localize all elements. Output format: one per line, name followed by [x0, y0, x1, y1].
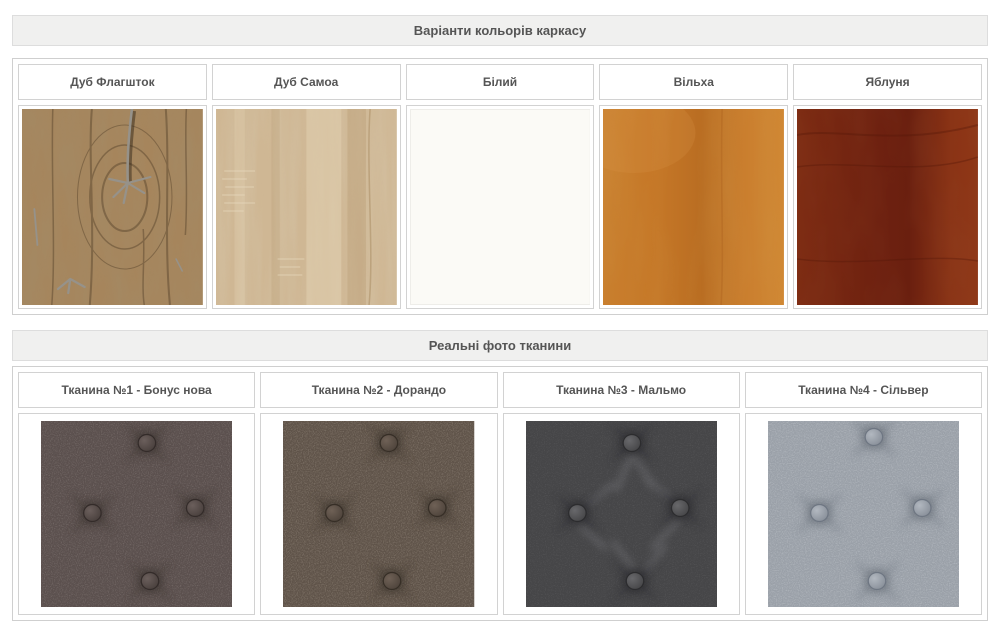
- oak-flagstaff-swatch-image: [22, 109, 203, 305]
- frame-swatch-cell-alder: [599, 105, 788, 309]
- fabric-images-row: [18, 413, 982, 615]
- white-swatch-image: [410, 109, 591, 305]
- fabric-silver-photo: [768, 421, 959, 607]
- fabric-bonus-nova-photo: [41, 421, 232, 607]
- frame-labels-row: Дуб Флагшток Дуб Самоа Білий Вільха Яблу…: [18, 64, 982, 100]
- frame-swatch-label-alder: Вільха: [599, 64, 788, 100]
- frame-swatch-cell-oak-samoa: [212, 105, 401, 309]
- frame-swatch-cell-white: [406, 105, 595, 309]
- apple-swatch-image: [797, 109, 978, 305]
- frame-swatch-cell-oak-flagstaff: [18, 105, 207, 309]
- fabric-swatch-label-dorando: Тканина №2 - Дорандо: [260, 372, 497, 408]
- frame-swatch-label-white: Білий: [406, 64, 595, 100]
- frame-swatch-label-oak-flagstaff: Дуб Флагшток: [18, 64, 207, 100]
- frame-swatch-cell-apple: [793, 105, 982, 309]
- alder-swatch-image: [603, 109, 784, 305]
- fabric-swatch-cell-bonus-nova: [18, 413, 255, 615]
- fabric-malmo-photo: [526, 421, 717, 607]
- fabric-swatch-cell-silver: [745, 413, 982, 615]
- fabric-photos-section-title: Реальні фото тканини: [12, 330, 988, 361]
- fabric-swatch-cell-dorando: [260, 413, 497, 615]
- frame-swatch-label-apple: Яблуня: [793, 64, 982, 100]
- fabric-photos-table: Тканина №1 - Бонус нова Тканина №2 - Дор…: [12, 366, 988, 621]
- oak-samoa-swatch-image: [216, 109, 397, 305]
- fabric-dorando-photo: [283, 421, 474, 607]
- fabric-swatch-label-bonus-nova: Тканина №1 - Бонус нова: [18, 372, 255, 408]
- frame-images-row: [18, 105, 982, 309]
- fabric-swatch-cell-malmo: [503, 413, 740, 615]
- fabric-labels-row: Тканина №1 - Бонус нова Тканина №2 - Дор…: [18, 372, 982, 408]
- frame-colors-section-title: Варіанти кольорів каркасу: [12, 15, 988, 46]
- fabric-swatch-label-silver: Тканина №4 - Сільвер: [745, 372, 982, 408]
- frame-swatch-label-oak-samoa: Дуб Самоа: [212, 64, 401, 100]
- fabric-swatch-label-malmo: Тканина №3 - Мальмо: [503, 372, 740, 408]
- product-colors-page: Варіанти кольорів каркасу Дуб Флагшток Д…: [0, 0, 1000, 621]
- frame-colors-table: Дуб Флагшток Дуб Самоа Білий Вільха Яблу…: [12, 58, 988, 315]
